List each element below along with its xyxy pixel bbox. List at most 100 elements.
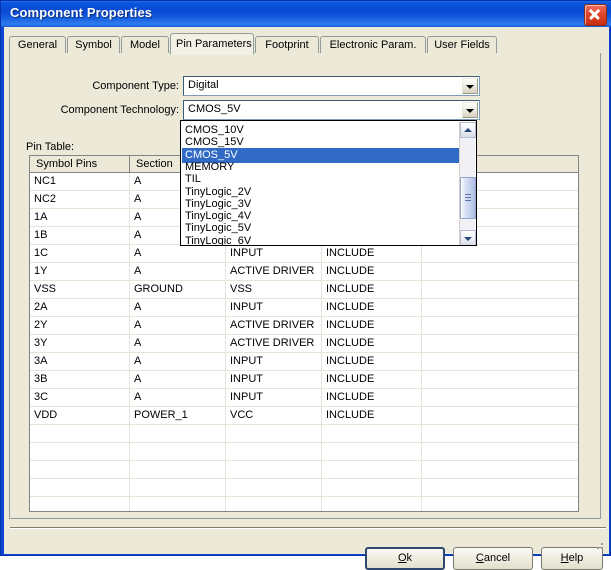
pin-table-label: Pin Table: <box>26 141 74 153</box>
tab-user-fields[interactable]: User Fields <box>427 36 497 54</box>
table-cell <box>422 353 579 370</box>
table-cell <box>422 461 579 478</box>
table-cell: A <box>130 389 226 406</box>
tab-pin-parameters[interactable]: Pin Parameters <box>170 33 254 55</box>
table-row[interactable] <box>30 443 578 461</box>
resize-grip-icon[interactable] <box>593 539 605 551</box>
table-cell: 1C <box>30 245 130 262</box>
table-row[interactable]: 3AAINPUTINCLUDE <box>30 353 578 371</box>
table-cell <box>322 479 422 496</box>
tab-model-label: Model <box>130 39 160 51</box>
table-cell <box>422 389 579 406</box>
tab-electronic-param[interactable]: Electronic Param. <box>320 36 426 54</box>
table-cell <box>130 479 226 496</box>
scrollbar-thumb[interactable] <box>460 177 476 219</box>
table-cell <box>30 443 130 460</box>
table-row[interactable] <box>30 461 578 479</box>
table-cell <box>226 443 322 460</box>
table-row[interactable]: 2YAACTIVE DRIVERINCLUDE <box>30 317 578 335</box>
table-cell <box>322 425 422 442</box>
table-cell <box>30 461 130 478</box>
table-row[interactable]: 3YAACTIVE DRIVERINCLUDE <box>30 335 578 353</box>
ok-label-post: k <box>407 552 413 564</box>
table-cell: A <box>130 263 226 280</box>
table-cell: VSS <box>30 281 130 298</box>
chevron-down-icon-component-type[interactable] <box>462 78 478 94</box>
table-cell: INCLUDE <box>322 389 422 406</box>
table-cell: 2Y <box>30 317 130 334</box>
tab-symbol[interactable]: Symbol <box>67 36 120 54</box>
table-cell <box>30 425 130 442</box>
table-cell: VSS <box>226 281 322 298</box>
tab-model[interactable]: Model <box>121 36 169 54</box>
table-cell: A <box>130 299 226 316</box>
column-header-symbol-pins[interactable]: Symbol Pins <box>30 156 130 172</box>
chevron-down-icon-component-technology[interactable] <box>462 102 478 118</box>
table-cell: INPUT <box>226 299 322 316</box>
table-row[interactable] <box>30 425 578 443</box>
component-type-combobox[interactable]: Digital <box>183 76 480 96</box>
table-row[interactable]: 1CAINPUTINCLUDE <box>30 245 578 263</box>
tab-general[interactable]: General <box>9 36 66 54</box>
table-cell: 2A <box>30 299 130 316</box>
scroll-down-icon[interactable] <box>460 230 476 246</box>
table-cell: INCLUDE <box>322 335 422 352</box>
table-cell <box>130 425 226 442</box>
table-cell: A <box>130 335 226 352</box>
table-cell: INPUT <box>226 245 322 262</box>
table-cell <box>422 245 579 262</box>
tab-symbol-label: Symbol <box>75 39 112 51</box>
table-cell: INCLUDE <box>322 299 422 316</box>
table-cell: INCLUDE <box>322 353 422 370</box>
title-bar[interactable]: Component Properties <box>1 1 611 27</box>
cancel-label-mnemonic: C <box>476 552 484 564</box>
dropdown-option[interactable]: TinyLogic_6V <box>182 234 460 246</box>
table-cell <box>422 443 579 460</box>
table-cell <box>226 497 322 512</box>
table-row[interactable]: 3BAINPUTINCLUDE <box>30 371 578 389</box>
table-row[interactable]: VSSGROUNDVSSINCLUDE <box>30 281 578 299</box>
table-cell: A <box>130 353 226 370</box>
table-cell <box>422 497 579 512</box>
scroll-up-icon[interactable] <box>460 122 476 138</box>
table-cell <box>30 497 130 512</box>
table-cell: NC2 <box>30 191 130 208</box>
cancel-button[interactable]: Cancel <box>453 547 533 570</box>
component-technology-dropdown-list[interactable]: CMOS_10VCMOS_15VCMOS_5VMEMORYTILTinyLogi… <box>180 120 477 246</box>
table-cell <box>422 335 579 352</box>
table-cell: INPUT <box>226 353 322 370</box>
table-cell <box>322 461 422 478</box>
table-cell: VCC <box>226 407 322 424</box>
tab-strip: General Symbol Model Pin Parameters Foot… <box>9 33 601 54</box>
component-technology-combobox[interactable]: CMOS_5V <box>183 100 480 120</box>
table-cell <box>130 443 226 460</box>
table-cell: INCLUDE <box>322 245 422 262</box>
table-cell: VDD <box>30 407 130 424</box>
table-row[interactable]: 1YAACTIVE DRIVERINCLUDE <box>30 263 578 281</box>
table-cell: ACTIVE DRIVER <box>226 263 322 280</box>
tab-pin-parameters-label: Pin Parameters <box>176 38 252 50</box>
table-cell: A <box>130 317 226 334</box>
table-row[interactable]: 3CAINPUTINCLUDE <box>30 389 578 407</box>
table-row[interactable]: 2AAINPUTINCLUDE <box>30 299 578 317</box>
table-cell: INPUT <box>226 371 322 388</box>
dropdown-scrollbar[interactable] <box>459 122 475 246</box>
table-cell <box>422 299 579 316</box>
ok-button[interactable]: Ok <box>365 547 445 570</box>
close-icon[interactable] <box>584 4 607 26</box>
table-cell <box>226 425 322 442</box>
table-cell: 1A <box>30 209 130 226</box>
chevron-down-glyph-1 <box>466 85 474 89</box>
table-row[interactable] <box>30 479 578 497</box>
table-cell <box>322 443 422 460</box>
table-cell: A <box>130 245 226 262</box>
tab-footprint[interactable]: Footprint <box>255 36 319 54</box>
table-cell: POWER_1 <box>130 407 226 424</box>
table-cell: ACTIVE DRIVER <box>226 317 322 334</box>
window-title: Component Properties <box>10 5 152 20</box>
table-row[interactable] <box>30 497 578 512</box>
component-type-value: Digital <box>188 79 219 91</box>
table-cell: 3A <box>30 353 130 370</box>
table-row[interactable]: VDDPOWER_1VCCINCLUDE <box>30 407 578 425</box>
component-properties-dialog: Component Properties General Symbol Mode… <box>0 0 611 556</box>
